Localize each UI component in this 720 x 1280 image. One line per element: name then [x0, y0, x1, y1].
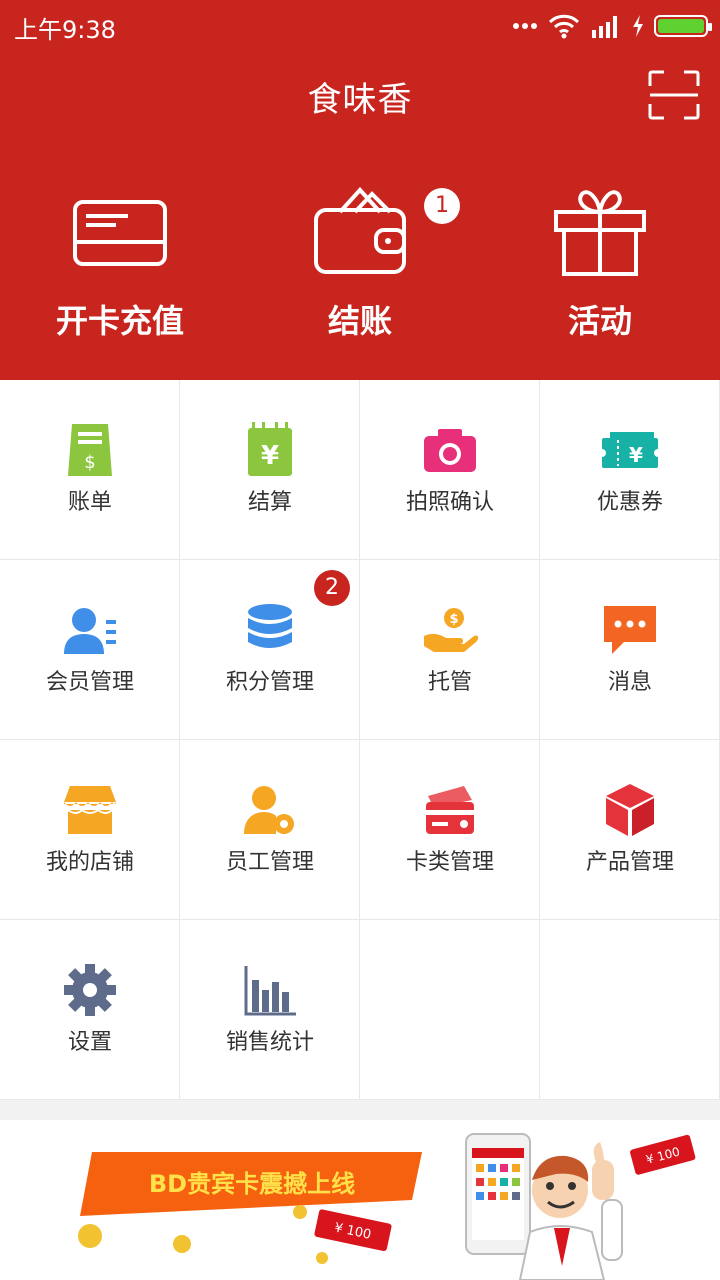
- card-icon: [73, 200, 167, 266]
- status-bar: 上午9:38: [0, 0, 720, 52]
- action-label: 开卡充值: [55, 302, 184, 340]
- activity-button[interactable]: 活动: [480, 182, 720, 342]
- grid-item-settings[interactable]: 设置: [0, 920, 180, 1100]
- grid-item-staff-management[interactable]: 员工管理: [180, 740, 360, 920]
- grid-item-label: 员工管理: [225, 850, 314, 875]
- settlement-icon: ¥: [248, 422, 292, 476]
- grid-item-label: 设置: [67, 1030, 112, 1055]
- svg-text:¥: ¥: [629, 443, 643, 467]
- grid-item-label: 消息: [607, 670, 652, 695]
- gift-icon: [554, 190, 646, 276]
- card-manage-icon: [426, 786, 474, 834]
- wallet-icon: [314, 187, 406, 274]
- app-screen: 上午9:38 食味香 开卡充值 结账 1 活动 $ 账单 ¥ 结算 拍照确认 ¥…: [0, 0, 720, 1280]
- grid-item-label: 账单: [67, 490, 112, 515]
- status-time: 上午9:38: [14, 16, 116, 44]
- wifi-icon: [548, 14, 580, 39]
- grid-item-label: 产品管理: [585, 850, 674, 875]
- grid-item-sales-statistics[interactable]: 销售统计: [180, 920, 360, 1100]
- action-label: 结账: [327, 302, 392, 340]
- grid-empty-cell: [360, 920, 540, 1100]
- promo-banner[interactable]: BD贵宾卡震撼上线 ¥ 100 ¥ 100: [0, 1120, 720, 1280]
- grid-item-label: 卡类管理: [405, 850, 494, 875]
- grid-item-card-type-management[interactable]: 卡类管理: [360, 740, 540, 920]
- bill-icon: $: [68, 424, 112, 476]
- promo-banner-art: BD贵宾卡震撼上线 ¥ 100 ¥ 100: [78, 1133, 696, 1280]
- message-icon: [604, 606, 656, 654]
- action-label: 活动: [567, 302, 632, 340]
- grid-empty-cell: [540, 920, 720, 1100]
- signal-icon: [592, 16, 617, 38]
- svg-text:¥: ¥: [261, 441, 279, 471]
- svg-text:$: $: [449, 612, 458, 627]
- more-dots-icon: [513, 23, 537, 29]
- grid-item-settlement[interactable]: ¥ 结算: [180, 380, 360, 560]
- status-icons: [512, 10, 712, 42]
- grid-item-label: 结算: [247, 490, 292, 515]
- gear-icon: [64, 964, 116, 1016]
- hosting-icon: $: [424, 608, 479, 652]
- grid-item-points-management[interactable]: 积分管理 2: [180, 560, 360, 740]
- member-icon: [64, 608, 116, 654]
- grid-item-messages[interactable]: 消息: [540, 560, 720, 740]
- grid-item-hosting[interactable]: $ 托管: [360, 560, 540, 740]
- chart-icon: [244, 966, 296, 1016]
- function-grid: $ 账单 ¥ 结算 拍照确认 ¥ 优惠券 会员管理 积分管理 2 $ 托管 消息…: [0, 380, 720, 1100]
- grid-item-label: 优惠券: [596, 490, 663, 515]
- grid-item-label: 拍照确认: [405, 490, 494, 515]
- grid-item-label: 会员管理: [45, 670, 134, 695]
- points-badge: 2: [314, 570, 350, 606]
- grid-item-label: 积分管理: [225, 670, 314, 695]
- charging-icon: [633, 15, 643, 37]
- header: 上午9:38 食味香 开卡充值 结账 1 活动: [0, 0, 720, 380]
- svg-text:$: $: [84, 452, 95, 473]
- store-icon: [64, 786, 116, 834]
- grid-item-product-management[interactable]: 产品管理: [540, 740, 720, 920]
- grid-item-photo-confirm[interactable]: 拍照确认: [360, 380, 540, 560]
- camera-icon: [424, 429, 476, 472]
- product-icon: [606, 784, 654, 836]
- grid-item-label: 托管: [427, 670, 472, 695]
- grid-item-label: 销售统计: [225, 1030, 314, 1055]
- page-title: 食味香: [307, 80, 413, 120]
- grid-item-coupon[interactable]: ¥ 优惠券: [540, 380, 720, 560]
- grid-item-label: 我的店铺: [45, 850, 134, 875]
- staff-icon: [244, 786, 294, 834]
- grid-item-bill[interactable]: $ 账单: [0, 380, 180, 560]
- banner-headline: BD贵宾卡震撼上线: [149, 1170, 355, 1198]
- grid-item-member-management[interactable]: 会员管理: [0, 560, 180, 740]
- grid-item-my-store[interactable]: 我的店铺: [0, 740, 180, 920]
- points-icon: [248, 604, 292, 648]
- open-card-recharge-button[interactable]: 开卡充值: [0, 182, 240, 342]
- battery-icon: [654, 15, 712, 37]
- checkout-badge: 1: [424, 188, 460, 224]
- coupon-icon: ¥: [600, 432, 660, 468]
- scan-icon[interactable]: [648, 70, 700, 120]
